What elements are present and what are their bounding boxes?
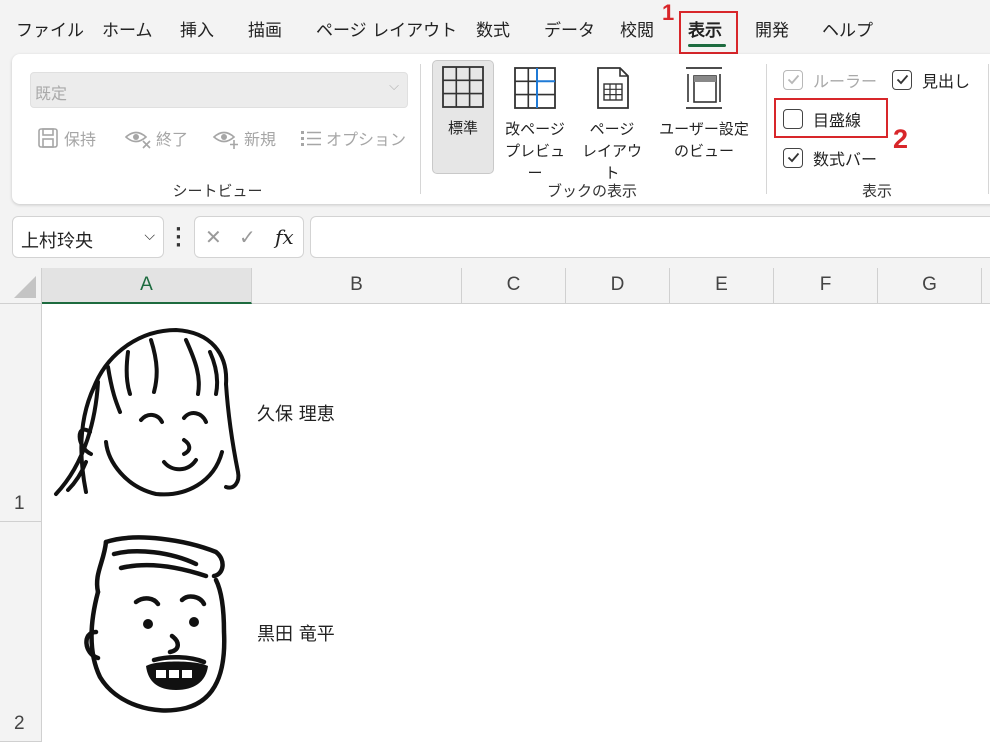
tab-review[interactable]: 校閲 bbox=[620, 19, 654, 43]
normal-view-label: 標準 bbox=[447, 119, 478, 137]
formula-bar-checkbox[interactable]: 数式バー bbox=[783, 146, 877, 170]
save-icon bbox=[38, 128, 58, 148]
ruler-checkbox[interactable]: ルーラー bbox=[783, 68, 877, 92]
column-header-d[interactable]: D bbox=[566, 268, 670, 304]
chevron-down-icon: ⌵ bbox=[389, 79, 399, 94]
name-box-value: 上村玲央 bbox=[21, 231, 93, 252]
menu-bar: ファイル ホーム 挿入 描画 ページ レイアウト 数式 データ 校閲 表示 開発… bbox=[0, 0, 990, 56]
checkmark-icon bbox=[787, 74, 800, 85]
headings-checkbox[interactable]: 見出し bbox=[892, 68, 970, 92]
options-button-label: オプション bbox=[326, 130, 407, 149]
page-layout-view-button[interactable]: ページ レイアウト bbox=[576, 62, 648, 182]
checkmark-icon bbox=[896, 74, 909, 85]
group-label-workbook-views: ブックの表示 bbox=[546, 182, 637, 200]
woman-face-illustration[interactable] bbox=[46, 322, 246, 502]
ruler-checkbox-box bbox=[783, 70, 803, 90]
formula-input[interactable] bbox=[310, 216, 990, 258]
row-number: 2 bbox=[14, 713, 25, 734]
eye-close-icon bbox=[124, 131, 151, 149]
tab-home[interactable]: ホーム bbox=[102, 19, 153, 43]
column-header-g[interactable]: G bbox=[878, 268, 982, 304]
formula-bar-label: 数式バー bbox=[813, 150, 878, 169]
man-face-illustration[interactable] bbox=[76, 532, 236, 717]
exit-button-label: 終了 bbox=[156, 130, 189, 149]
ruler-label: ルーラー bbox=[813, 72, 878, 91]
keep-button[interactable]: 保持 bbox=[36, 124, 96, 152]
enter-icon[interactable]: ✓ bbox=[239, 225, 256, 249]
custom-views-label-2: のビュー bbox=[673, 142, 734, 160]
keep-button-label: 保持 bbox=[64, 130, 97, 149]
column-header-f[interactable]: F bbox=[774, 268, 878, 304]
page-break-preview-button[interactable]: 改ページ プレビュー bbox=[500, 62, 570, 182]
tab-page-layout[interactable]: ページ レイアウト bbox=[316, 19, 457, 43]
ribbon-separator bbox=[766, 64, 767, 194]
select-all-triangle-icon bbox=[14, 276, 36, 298]
highlight-gridlines bbox=[774, 98, 888, 138]
headings-label: 見出し bbox=[922, 72, 971, 91]
cell-b2[interactable]: 黒田 竜平 bbox=[257, 620, 335, 646]
sheet-view-select[interactable]: 既定 ⌵ bbox=[30, 72, 408, 108]
headings-checkbox-box bbox=[892, 70, 912, 90]
row-header-2[interactable]: 2 bbox=[0, 522, 42, 742]
cancel-icon[interactable]: ✕ bbox=[205, 225, 222, 249]
group-label-sheet-view: シートビュー bbox=[172, 182, 263, 200]
more-options-icon[interactable]: · · · bbox=[175, 221, 182, 255]
tab-file[interactable]: ファイル bbox=[16, 19, 84, 43]
page-layout-icon bbox=[597, 67, 629, 109]
page-layout-label-2: レイアウト bbox=[581, 142, 642, 182]
column-header-a[interactable]: A bbox=[42, 268, 252, 304]
exit-button[interactable]: 終了 bbox=[124, 124, 188, 152]
tab-data[interactable]: データ bbox=[544, 19, 595, 43]
cell-b1[interactable]: 久保 理恵 bbox=[257, 400, 335, 426]
page-break-preview-label-1: 改ページ bbox=[505, 120, 565, 138]
eye-plus-icon bbox=[212, 131, 238, 149]
new-view-button[interactable]: 新規 bbox=[212, 124, 276, 152]
name-box[interactable]: 上村玲央 ⌵ bbox=[12, 216, 164, 258]
sheet-view-select-value: 既定 bbox=[35, 84, 68, 103]
custom-views-label-1: ユーザー設定 bbox=[659, 120, 749, 138]
normal-view-icon bbox=[442, 66, 484, 108]
new-view-button-label: 新規 bbox=[244, 130, 277, 149]
highlight-view-tab bbox=[679, 11, 738, 54]
custom-views-icon bbox=[686, 67, 722, 109]
ribbon-separator bbox=[988, 64, 989, 194]
custom-views-button[interactable]: ユーザー設定 のビュー bbox=[652, 62, 756, 172]
page-break-preview-icon bbox=[514, 67, 556, 109]
list-icon bbox=[301, 131, 321, 146]
options-button[interactable]: オプション bbox=[300, 124, 406, 152]
column-header-b[interactable]: B bbox=[252, 268, 462, 304]
tab-help[interactable]: ヘルプ bbox=[822, 19, 873, 43]
checkmark-icon bbox=[787, 152, 800, 163]
row-number: 1 bbox=[14, 493, 25, 514]
ribbon-separator bbox=[420, 64, 421, 194]
page-break-preview-label-2: プレビュー bbox=[504, 142, 565, 182]
formula-controls: ✕ ✓ fx bbox=[194, 216, 304, 258]
chevron-down-icon: ⌵ bbox=[144, 228, 155, 244]
formula-bar-checkbox-box bbox=[783, 148, 803, 168]
column-header-c[interactable]: C bbox=[462, 268, 566, 304]
row-header-1[interactable]: 1 bbox=[0, 304, 42, 522]
tab-insert[interactable]: 挿入 bbox=[180, 19, 214, 43]
annotation-step-1: 1 bbox=[662, 0, 675, 25]
column-header-e[interactable]: E bbox=[670, 268, 774, 304]
annotation-step-2: 2 bbox=[893, 124, 909, 154]
tab-formulas[interactable]: 数式 bbox=[476, 19, 510, 43]
page-layout-label-1: ページ bbox=[589, 120, 635, 138]
column-header-h[interactable] bbox=[982, 268, 990, 304]
tab-draw[interactable]: 描画 bbox=[248, 19, 282, 43]
tab-developer[interactable]: 開発 bbox=[755, 19, 789, 43]
insert-function-icon[interactable]: fx bbox=[275, 225, 294, 249]
group-label-show: 表示 bbox=[861, 182, 892, 200]
normal-view-button[interactable]: 標準 bbox=[432, 60, 494, 174]
